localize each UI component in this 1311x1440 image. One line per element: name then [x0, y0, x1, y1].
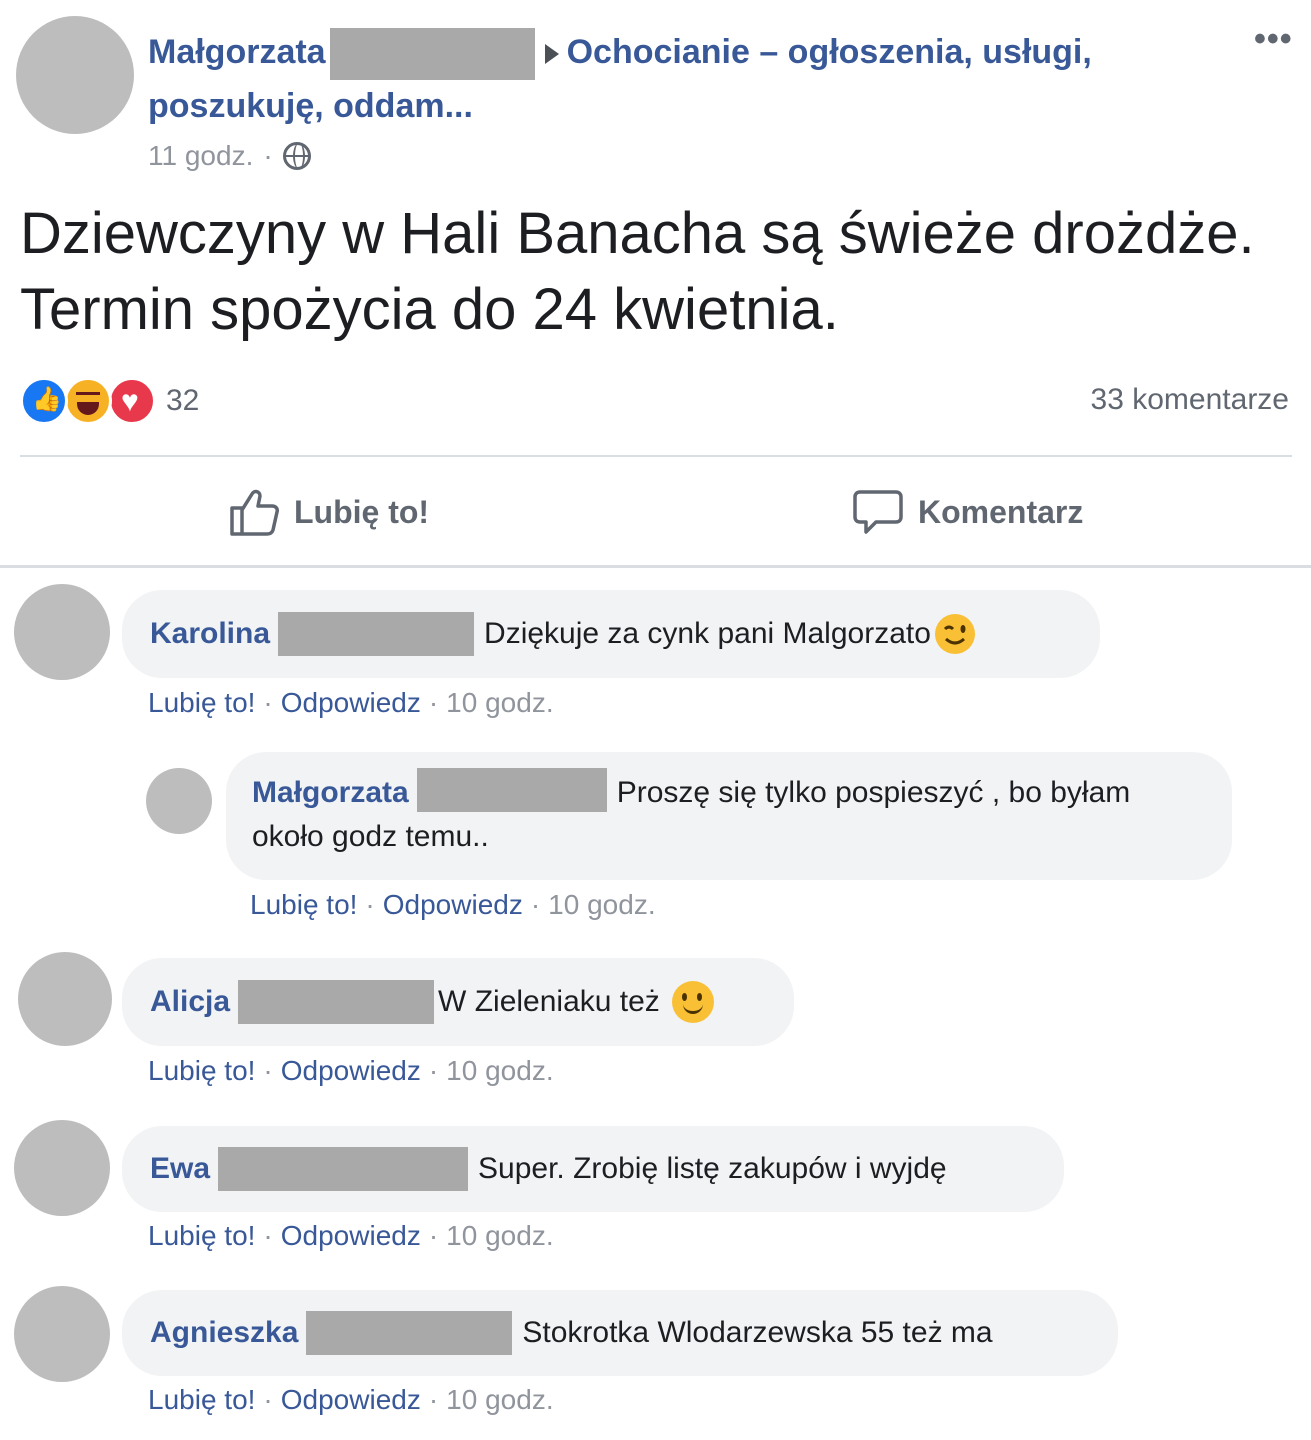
comment-button[interactable]: Komentarz [852, 482, 1083, 542]
comment-bubble: Karolina Dziękuje za cynk pani Malgorzat… [122, 590, 1100, 678]
redacted-name [238, 980, 435, 1024]
redacted-name [329, 28, 535, 81]
like-button[interactable]: Lubię to! [228, 482, 429, 542]
love-reaction-icon [108, 377, 156, 425]
post-meta: 11 godz. · [148, 138, 311, 174]
comment-bubble: Alicja W Zieleniaku też [122, 958, 794, 1046]
reactions-summary[interactable]: 32 [20, 376, 199, 426]
comment-actions: Lubię to! · Odpowiedz · 10 godz. [148, 1055, 554, 1086]
globe-icon [282, 142, 311, 170]
comment-button-label: Komentarz [918, 493, 1084, 530]
comment-reply-link[interactable]: Odpowiedz [281, 1055, 421, 1086]
shared-to-arrow-icon [544, 44, 559, 65]
reply-bubble: Małgorzata Proszę się tylko pospieszyć , … [226, 752, 1232, 880]
comment-author[interactable]: Ewa [150, 1148, 210, 1190]
reply-author[interactable]: Małgorzata [252, 776, 409, 809]
reply-actions: Lubię to! · Odpowiedz · 10 godz. [250, 889, 656, 920]
comment-like-link[interactable]: Lubię to! [148, 687, 255, 718]
comment-author[interactable]: Karolina [150, 613, 270, 655]
divider [20, 455, 1292, 457]
wink-emoji-icon [934, 614, 975, 654]
redacted-name [306, 1311, 513, 1355]
divider [0, 565, 1311, 568]
post-body-text: Dziewczyny w Hali Banacha są świeże droż… [20, 201, 1255, 342]
reply-like-link[interactable]: Lubię to! [250, 889, 357, 920]
comment-like-link[interactable]: Lubię to! [148, 1384, 255, 1415]
commenter-avatar[interactable] [14, 1286, 110, 1382]
comment-text: Super. Zrobię listę zakupów i wyjdę [478, 1152, 947, 1185]
comment-time[interactable]: 10 godz. [446, 1384, 553, 1415]
comment-text: Stokrotka Wlodarzewska 55 też ma [522, 1316, 993, 1349]
thumbs-up-icon [230, 489, 279, 536]
comment-like-link[interactable]: Lubię to! [148, 1055, 255, 1086]
post-options-button[interactable]: ••• [1254, 22, 1293, 56]
reaction-count: 32 [166, 384, 200, 417]
comment-bubble: Agnieszka Stokrotka Wlodarzewska 55 też … [122, 1290, 1118, 1376]
comment-time[interactable]: 10 godz. [446, 1220, 553, 1251]
meta-separator: · [263, 140, 273, 171]
comment-author[interactable]: Alicja [150, 981, 230, 1023]
comment-text: W Zieleniaku też [438, 985, 660, 1018]
comment-actions: Lubię to! · Odpowiedz · 10 godz. [148, 1384, 554, 1415]
reply-time[interactable]: 10 godz. [548, 889, 655, 920]
comment-text: Dziękuje za cynk pani Malgorzato [484, 617, 931, 650]
reply-avatar[interactable] [146, 768, 212, 834]
post-author-name[interactable]: Małgorzata [148, 33, 326, 71]
speech-bubble-icon [853, 490, 903, 534]
comment-like-link[interactable]: Lubię to! [148, 1220, 255, 1251]
commenter-avatar[interactable] [14, 584, 110, 680]
comment-reply-link[interactable]: Odpowiedz [281, 1384, 421, 1415]
redacted-name [278, 612, 475, 656]
redacted-name [218, 1147, 469, 1191]
commenter-avatar[interactable] [14, 1120, 110, 1216]
post-timestamp[interactable]: 11 godz. [148, 138, 253, 174]
comment-bubble: Ewa Super. Zrobię listę zakupów i wyjdę [122, 1126, 1064, 1212]
like-button-label: Lubię to! [294, 493, 430, 530]
comment-author[interactable]: Agnieszka [150, 1312, 298, 1354]
comment-actions: Lubię to! · Odpowiedz · 10 godz. [148, 687, 554, 718]
redacted-name [416, 768, 607, 812]
comment-time[interactable]: 10 godz. [446, 687, 553, 718]
comment-time[interactable]: 10 godz. [446, 1055, 553, 1086]
like-reaction-icon [20, 377, 68, 425]
post-header: Małgorzata Ochocianie – ogłoszenia, usług… [148, 26, 1208, 132]
post-author-avatar[interactable] [16, 16, 134, 134]
comment-reply-link[interactable]: Odpowiedz [281, 687, 421, 718]
haha-reaction-icon [64, 377, 112, 425]
smile-emoji-icon [671, 981, 714, 1023]
commenter-avatar[interactable] [18, 952, 112, 1046]
comment-reply-link[interactable]: Odpowiedz [281, 1220, 421, 1251]
comment-actions: Lubię to! · Odpowiedz · 10 godz. [148, 1220, 554, 1251]
reply-reply-link[interactable]: Odpowiedz [383, 889, 523, 920]
comments-count-link[interactable]: 33 komentarze [1091, 380, 1289, 420]
